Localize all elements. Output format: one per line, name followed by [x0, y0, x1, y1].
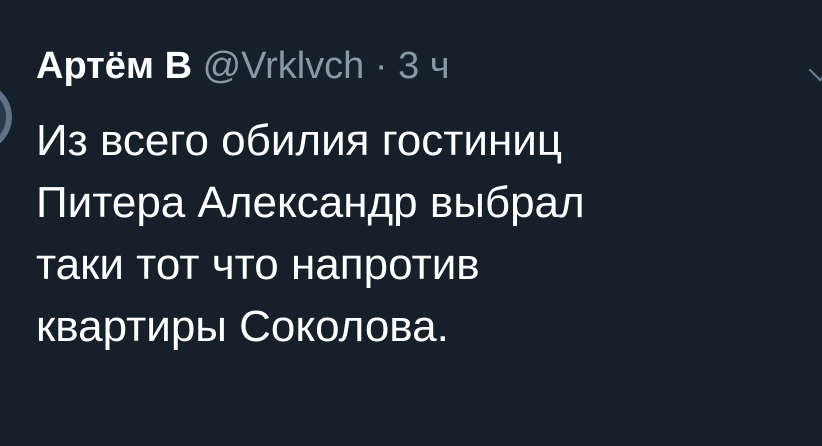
author-name[interactable]: Артём В	[36, 45, 192, 87]
avatar[interactable]	[0, 82, 12, 152]
tweet-text-line: таки тот что напротив	[36, 240, 480, 289]
separator-dot: ·	[374, 45, 388, 87]
author-handle[interactable]: @Vrklvch	[203, 45, 365, 87]
tweet-card: Артём В @Vrklvch · 3 ч Из всего обилия г…	[0, 0, 822, 446]
tweet-time[interactable]: 3 ч	[398, 45, 450, 87]
tweet-text-line: Питера Александр выбрал	[36, 178, 585, 227]
tweet-header: Артём В @Vrklvch · 3 ч	[36, 40, 450, 92]
tweet-text: Из всего обилия гостиниц Питера Александ…	[36, 110, 796, 358]
tweet-text-line: квартиры Соколова.	[36, 302, 449, 351]
chevron-down-icon[interactable]	[808, 58, 822, 82]
tweet-text-line: Из всего обилия гостиниц	[36, 116, 563, 165]
